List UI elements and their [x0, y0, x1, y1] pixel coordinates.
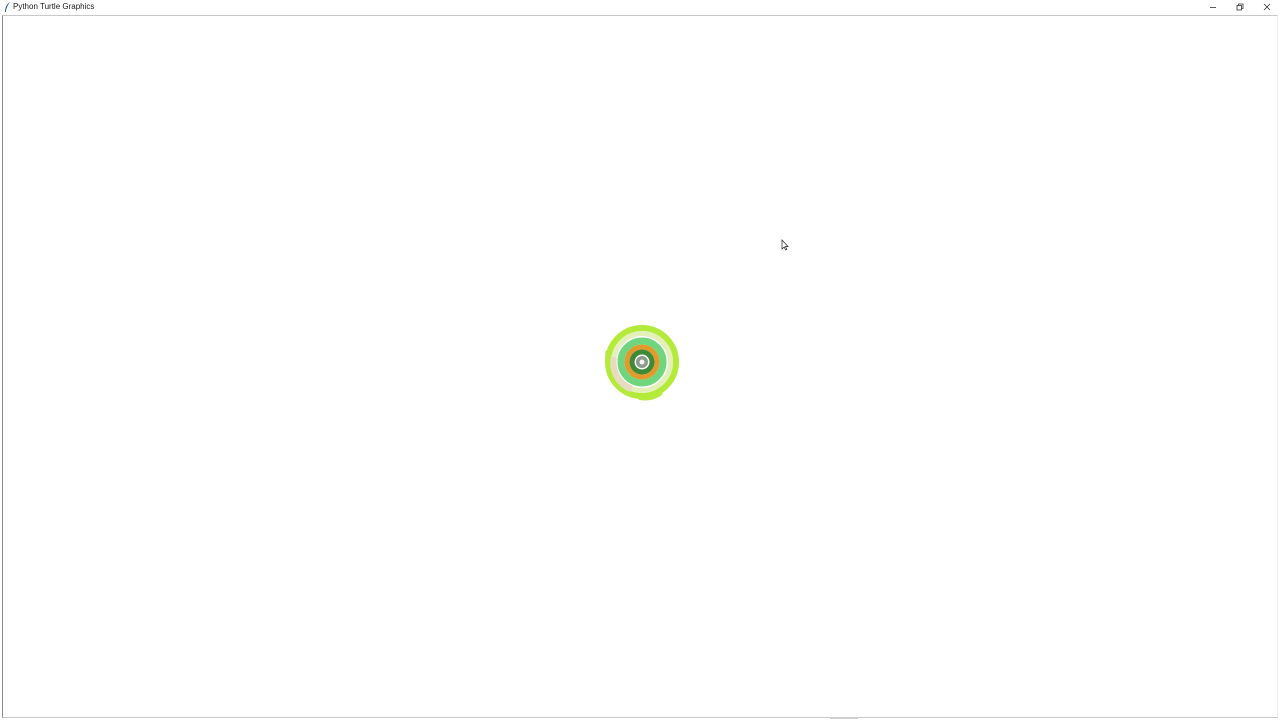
bottom-edge-handle[interactable] — [830, 717, 858, 719]
spiral-drawing — [605, 325, 679, 401]
spiral-tail-left — [605, 350, 610, 362]
mouse-cursor-icon — [781, 239, 789, 251]
center-dot — [639, 359, 645, 365]
turtle-window: Python Turtle Graphics — [0, 0, 1280, 720]
